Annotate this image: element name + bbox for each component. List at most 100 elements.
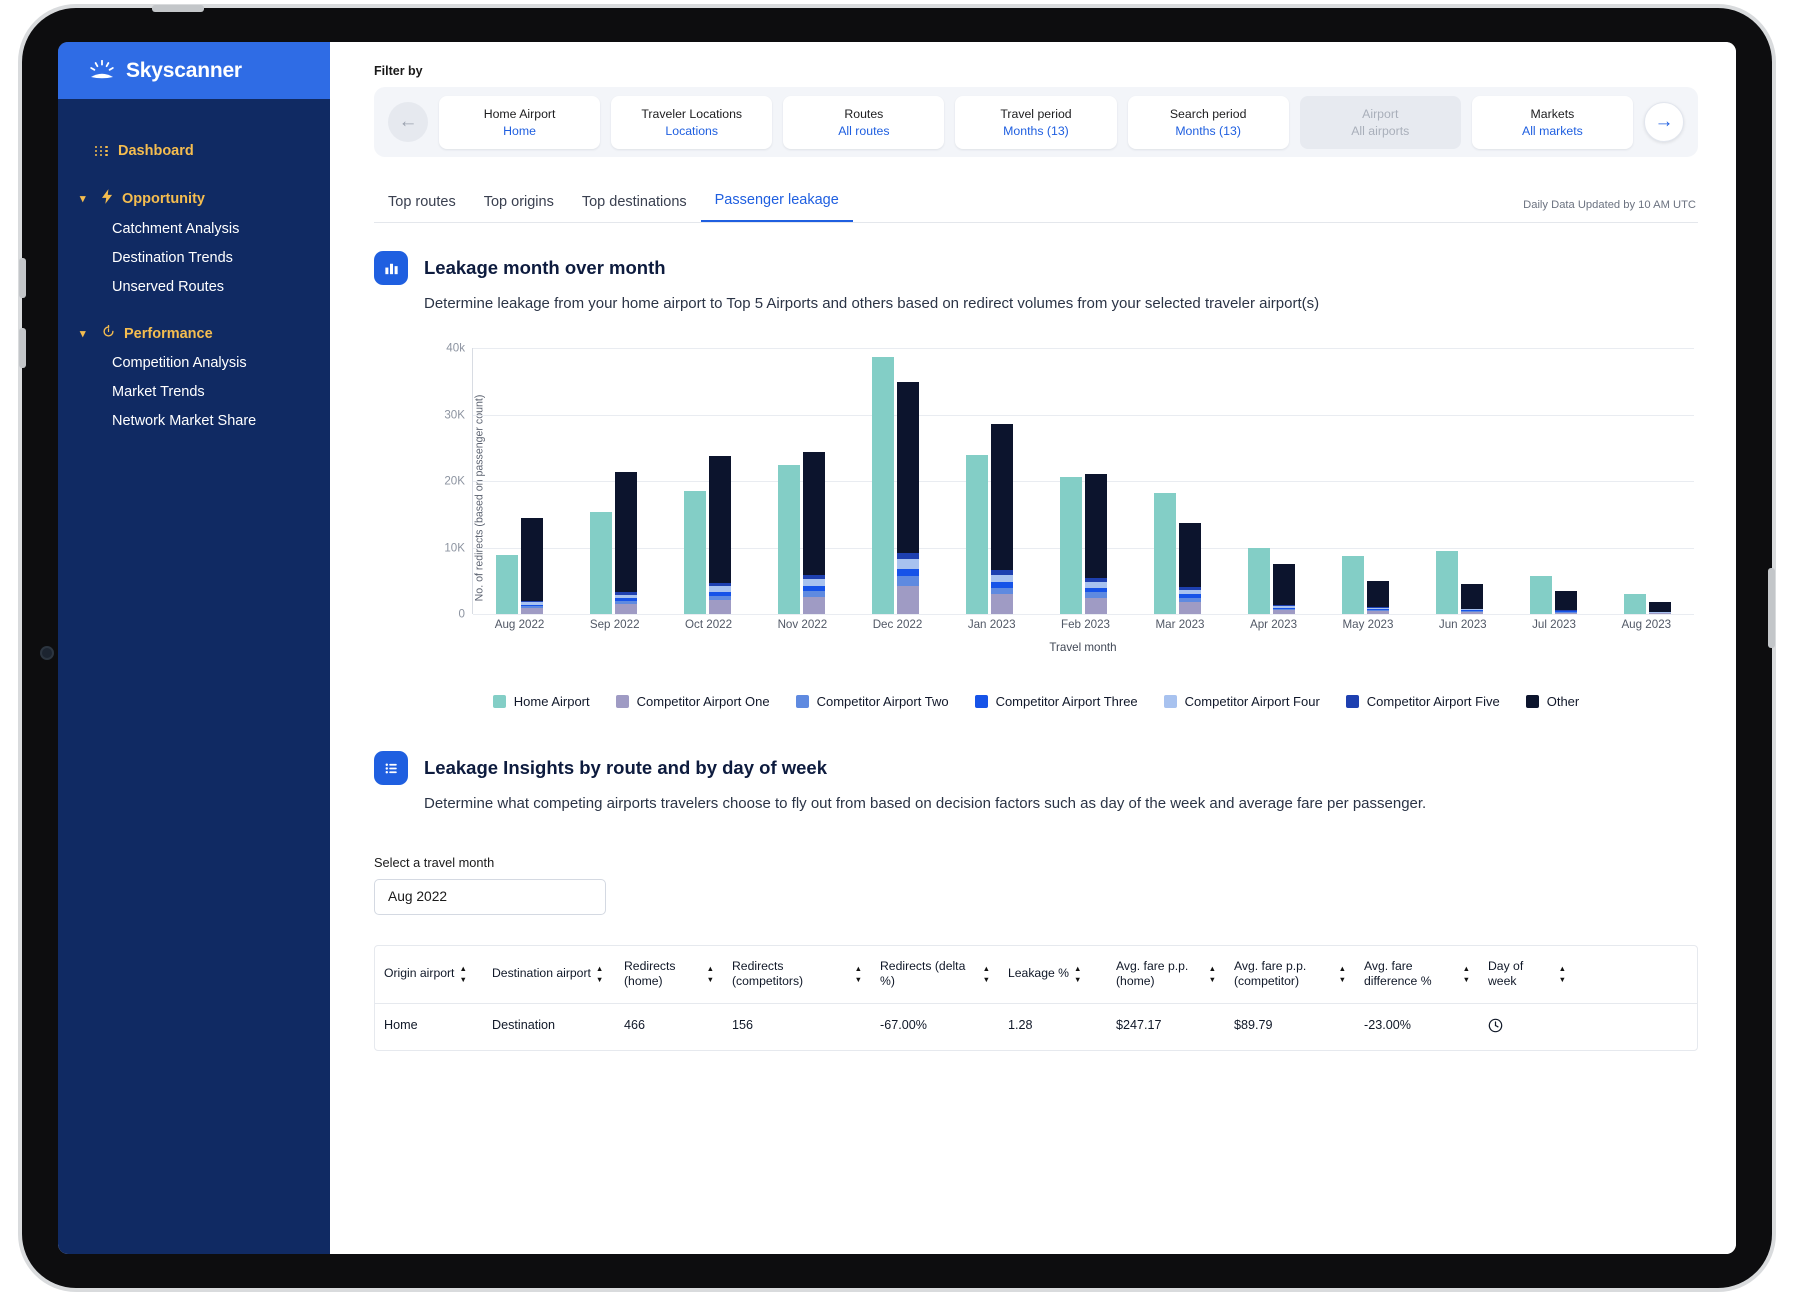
bar-home-airport[interactable]	[1247, 548, 1270, 615]
table-column-header[interactable]: Destination airport ▲ ▼	[483, 959, 615, 990]
legend-item[interactable]: Other	[1525, 694, 1579, 709]
x-tick-label: Oct 2022	[685, 618, 733, 632]
table-column-header[interactable]: Origin airport ▲ ▼	[375, 959, 483, 990]
tab-passenger-leakage[interactable]: Passenger leakage	[700, 192, 853, 222]
chip-value: Months (13)	[1175, 123, 1241, 138]
bar-segment-home-airport	[684, 490, 707, 615]
bar-home-airport[interactable]	[590, 511, 613, 615]
filter-chip-travel-period[interactable]: Travel period Months (13)	[955, 95, 1117, 149]
table-column-header[interactable]: Day of week ▲ ▼	[1479, 959, 1575, 990]
filter-chip-search-period[interactable]: Search period Months (13)	[1127, 95, 1289, 149]
bar-segment-home-airport	[1059, 477, 1082, 615]
bar-competitors-stacked[interactable]	[1178, 522, 1201, 615]
bar-home-airport[interactable]	[1623, 593, 1646, 615]
sort-toggle-icon[interactable]: ▲ ▼	[459, 965, 466, 983]
sort-toggle-icon[interactable]: ▲ ▼	[1074, 965, 1081, 983]
legend-item[interactable]: Competitor Airport Three	[974, 694, 1138, 709]
sidebar-item-catchment-analysis[interactable]: Catchment Analysis	[58, 214, 330, 243]
sidebar-group-performance[interactable]: ▾ Performance	[58, 319, 330, 348]
bar-segment-other	[1648, 602, 1671, 612]
bar-segment-other	[615, 472, 638, 593]
sidebar-item-competition-analysis[interactable]: Competition Analysis	[58, 348, 330, 377]
bar-competitors-stacked[interactable]	[803, 452, 826, 615]
arrow-right-icon[interactable]: →	[1643, 102, 1684, 142]
tab-top-destinations[interactable]: Top destinations	[568, 194, 701, 222]
tab-top-origins[interactable]: Top origins	[470, 194, 568, 222]
sidebar-item-unserved-routes[interactable]: Unserved Routes	[58, 272, 330, 301]
bar-home-airport[interactable]	[1435, 551, 1458, 615]
list-icon	[374, 751, 408, 786]
bar-home-airport[interactable]	[872, 356, 895, 615]
filter-chip-markets[interactable]: Markets All markets	[1471, 95, 1633, 149]
table-column-label: Day of week	[1488, 958, 1524, 989]
legend-item[interactable]: Competitor Airport Four	[1163, 694, 1320, 709]
bar-home-airport[interactable]	[778, 465, 801, 615]
bar-segment-home-airport	[1435, 551, 1458, 615]
bar-competitors-stacked[interactable]	[1366, 581, 1389, 615]
legend-item[interactable]: Competitor Airport Two	[795, 694, 949, 709]
filter-chip-home-airport[interactable]: Home Airport Home	[439, 95, 601, 149]
sort-toggle-icon[interactable]: ▲ ▼	[1463, 965, 1470, 983]
chip-value: All markets	[1522, 123, 1583, 138]
chip-value: Home	[503, 123, 536, 138]
bar-competitors-stacked[interactable]	[1460, 584, 1483, 615]
legend-item[interactable]: Competitor Airport One	[615, 694, 770, 709]
sidebar-item-dashboard[interactable]: Dashboard	[58, 137, 330, 165]
bar-group	[872, 348, 920, 615]
bar-competitors-stacked[interactable]	[1554, 591, 1577, 615]
table-column-label: Redirects (competitors)	[732, 958, 804, 989]
bar-home-airport[interactable]	[966, 454, 989, 615]
table-column-header[interactable]: Avg. fare p.p. (competitor) ▲ ▼	[1225, 959, 1355, 990]
sort-toggle-icon[interactable]: ▲ ▼	[596, 965, 603, 983]
arrow-left-icon[interactable]: ←	[388, 102, 428, 142]
filter-chip-routes[interactable]: Routes All routes	[783, 95, 945, 149]
table-cell: 156	[732, 1017, 754, 1032]
travel-month-select[interactable]: Aug 2022	[374, 878, 606, 915]
bar-home-airport[interactable]	[1059, 477, 1082, 615]
bar-home-airport[interactable]	[496, 555, 519, 615]
bar-competitors-stacked[interactable]	[521, 517, 544, 615]
table-row: Home Destination 466 156 -67.00% 1.28 $247.17 $…	[375, 1004, 1697, 1050]
bar-competitors-stacked[interactable]	[615, 472, 638, 615]
select-travel-month-label: Select a travel month	[374, 854, 495, 870]
bar-segment-competitor-airport-one	[1084, 597, 1107, 615]
bar-group	[966, 348, 1014, 615]
bar-home-airport[interactable]	[1153, 492, 1176, 615]
sort-toggle-icon[interactable]: ▲ ▼	[1209, 965, 1216, 983]
sidebar-item-destination-trends[interactable]: Destination Trends	[58, 243, 330, 272]
sort-toggle-icon[interactable]: ▲ ▼	[1339, 965, 1346, 983]
y-tick-label: 20K	[444, 474, 465, 488]
bar-home-airport[interactable]	[684, 490, 707, 615]
sidebar-group-opportunity[interactable]: ▾ Opportunity	[58, 183, 330, 214]
sort-toggle-icon[interactable]: ▲ ▼	[855, 965, 862, 983]
table-column-header[interactable]: Redirects (competitors) ▲ ▼	[723, 959, 871, 990]
bar-competitors-stacked[interactable]	[1272, 563, 1295, 615]
legend-item[interactable]: Competitor Airport Five	[1345, 694, 1500, 709]
sort-toggle-icon[interactable]: ▲ ▼	[707, 965, 714, 983]
filter-chip-airport: Airport All airports	[1299, 95, 1461, 149]
bar-competitors-stacked[interactable]	[709, 455, 732, 615]
filter-chip-traveler-locations[interactable]: Traveler Locations Locations	[611, 95, 773, 149]
bar-competitors-stacked[interactable]	[1648, 602, 1671, 615]
sidebar-item-network-market-share[interactable]: Network Market Share	[58, 406, 330, 435]
legend-item[interactable]: Home Airport	[492, 694, 590, 709]
bar-home-airport[interactable]	[1529, 576, 1552, 615]
brand-logo[interactable]: Skyscanner	[58, 42, 330, 99]
table-column-header[interactable]: Redirects (home) ▲ ▼	[615, 959, 723, 990]
sort-toggle-icon[interactable]: ▲ ▼	[1559, 965, 1566, 983]
bar-competitors-stacked[interactable]	[897, 381, 920, 615]
bar-segment-competitor-airport-one	[803, 597, 826, 615]
x-tick-label: Apr 2023	[1249, 618, 1298, 632]
bar-segment-home-airport	[872, 356, 895, 615]
sort-toggle-icon[interactable]: ▲ ▼	[983, 965, 990, 983]
bar-competitors-stacked[interactable]	[1084, 473, 1107, 615]
table-column-header[interactable]: Leakage % ▲ ▼	[999, 959, 1107, 990]
bar-home-airport[interactable]	[1341, 555, 1364, 615]
table-column-header[interactable]: Redirects (delta %) ▲ ▼	[871, 959, 999, 990]
leakage-table: Origin airport ▲ ▼ Destination airport ▲ ▼ Red…	[374, 944, 1698, 1051]
table-column-header[interactable]: Avg. fare difference % ▲ ▼	[1355, 959, 1479, 990]
tab-top-routes[interactable]: Top routes	[374, 194, 470, 222]
table-column-header[interactable]: Avg. fare p.p. (home) ▲ ▼	[1107, 959, 1225, 990]
bar-competitors-stacked[interactable]	[991, 423, 1014, 615]
sidebar-item-market-trends[interactable]: Market Trends	[58, 377, 330, 406]
